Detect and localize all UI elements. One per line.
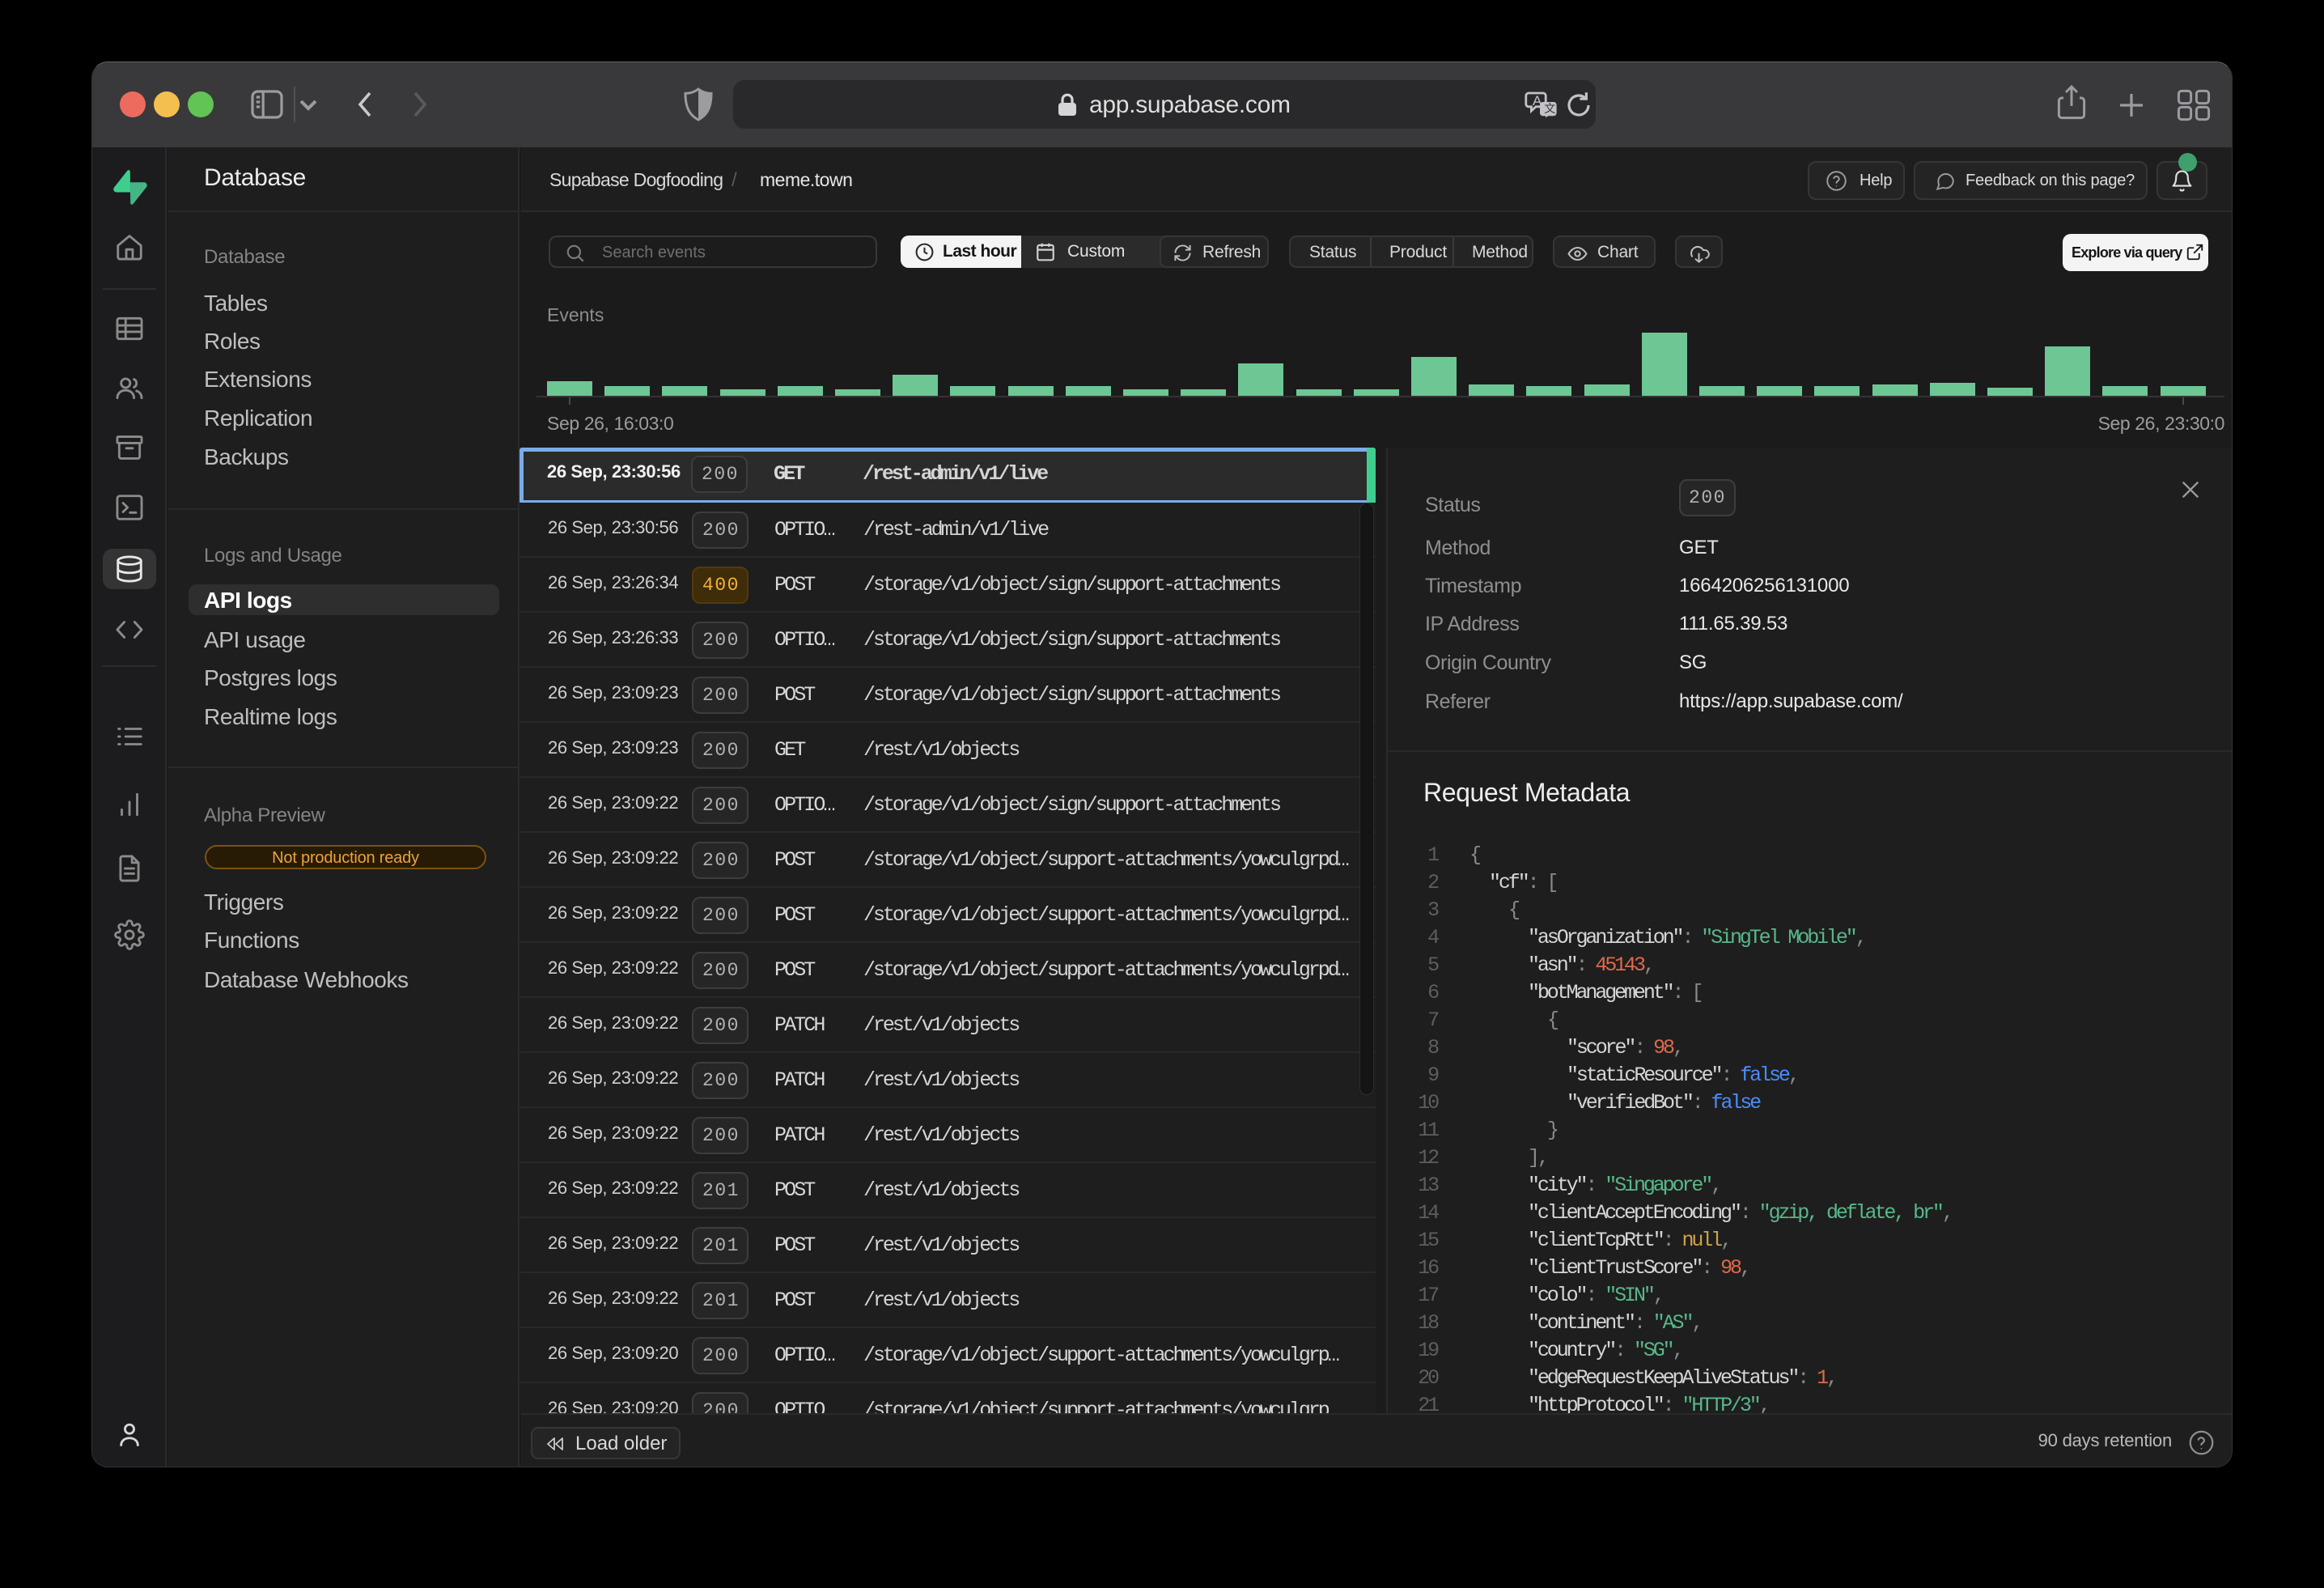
svg-text:文: 文 bbox=[1544, 102, 1555, 115]
